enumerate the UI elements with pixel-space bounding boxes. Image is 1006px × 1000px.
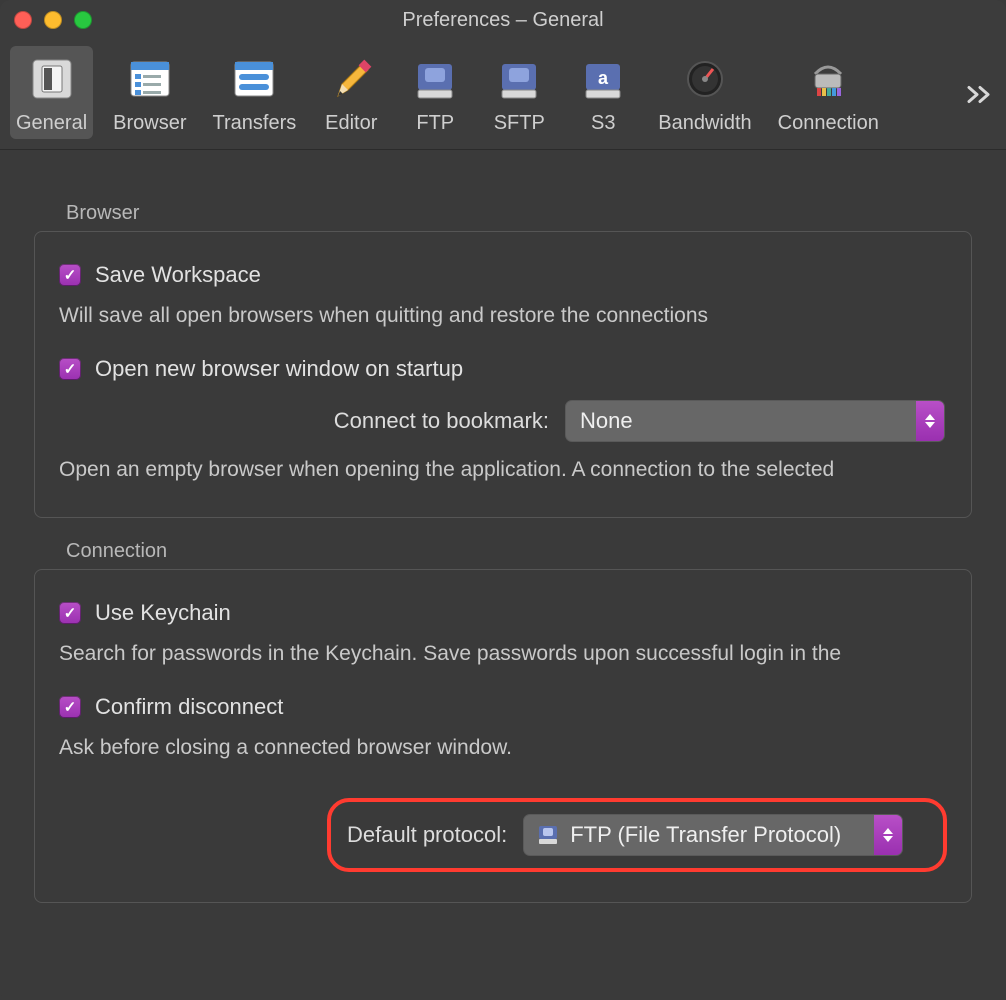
connect-bookmark-value: None [566, 408, 916, 434]
transfers-icon [227, 52, 281, 106]
pencil-icon [324, 52, 378, 106]
window-title: Preferences – General [0, 9, 1006, 32]
general-pane: Browser ✓ Save Workspace Will save all o… [0, 150, 1006, 923]
save-workspace-label: Save Workspace [95, 262, 261, 288]
open-new-window-label: Open new browser window on startup [95, 356, 463, 382]
connection-icon [801, 52, 855, 106]
tab-sftp[interactable]: SFTP [484, 46, 554, 139]
ftp-mini-icon [534, 821, 562, 849]
general-icon [25, 52, 79, 106]
connection-group-label: Connection [66, 540, 972, 563]
tab-label: Bandwidth [658, 112, 751, 135]
confirm-disconnect-label: Confirm disconnect [95, 694, 283, 720]
traffic-lights [14, 11, 92, 29]
browser-group-label: Browser [66, 202, 972, 225]
ftp-drive-icon [408, 52, 462, 106]
default-protocol-value: FTP (File Transfer Protocol) [570, 822, 874, 848]
tab-label: S3 [591, 112, 615, 135]
default-protocol-select[interactable]: FTP (File Transfer Protocol) [523, 814, 903, 856]
connect-bookmark-label: Connect to bookmark: [59, 408, 549, 434]
tab-general[interactable]: General [10, 46, 93, 139]
use-keychain-checkbox[interactable]: ✓ [59, 602, 81, 624]
gauge-icon [678, 52, 732, 106]
browser-group: ✓ Save Workspace Will save all open brow… [34, 231, 972, 518]
default-protocol-highlight: Default protocol: FTP (File Transfer Pro… [327, 798, 947, 872]
titlebar: Preferences – General [0, 0, 1006, 40]
select-stepper-icon [874, 815, 902, 855]
preferences-toolbar: General Browser [0, 40, 1006, 150]
open-new-window-checkbox[interactable]: ✓ [59, 358, 81, 380]
use-keychain-desc: Search for passwords in the Keychain. Sa… [59, 640, 947, 668]
tab-editor[interactable]: Editor [316, 46, 386, 139]
tab-label: Transfers [213, 112, 297, 135]
s3-drive-icon: a [576, 52, 630, 106]
tab-s3[interactable]: a S3 [568, 46, 638, 139]
close-window-button[interactable] [14, 11, 32, 29]
connection-group: ✓ Use Keychain Search for passwords in t… [34, 569, 972, 904]
confirm-disconnect-checkbox[interactable]: ✓ [59, 696, 81, 718]
browser-icon [123, 52, 177, 106]
tab-ftp[interactable]: FTP [400, 46, 470, 139]
zoom-window-button[interactable] [74, 11, 92, 29]
use-keychain-label: Use Keychain [95, 600, 231, 626]
tab-label: FTP [416, 112, 454, 135]
tab-bandwidth[interactable]: Bandwidth [652, 46, 757, 139]
tab-label: Connection [778, 112, 879, 135]
save-workspace-desc: Will save all open browsers when quittin… [59, 302, 947, 330]
tab-label: Editor [325, 112, 377, 135]
tab-transfers[interactable]: Transfers [207, 46, 303, 139]
save-workspace-checkbox[interactable]: ✓ [59, 264, 81, 286]
tab-browser[interactable]: Browser [107, 46, 192, 139]
connect-bookmark-select[interactable]: None [565, 400, 945, 442]
open-empty-desc: Open an empty browser when opening the a… [59, 456, 947, 484]
preferences-window: Preferences – General General [0, 0, 1006, 1000]
select-stepper-icon [916, 401, 944, 441]
tab-label: SFTP [494, 112, 545, 135]
sftp-drive-icon [492, 52, 546, 106]
tab-label: General [16, 112, 87, 135]
svg-text:a: a [598, 68, 609, 88]
tab-label: Browser [113, 112, 186, 135]
toolbar-overflow-button[interactable] [966, 79, 992, 110]
confirm-disconnect-desc: Ask before closing a connected browser w… [59, 734, 947, 762]
default-protocol-label: Default protocol: [347, 822, 507, 848]
minimize-window-button[interactable] [44, 11, 62, 29]
tab-connection[interactable]: Connection [772, 46, 885, 139]
